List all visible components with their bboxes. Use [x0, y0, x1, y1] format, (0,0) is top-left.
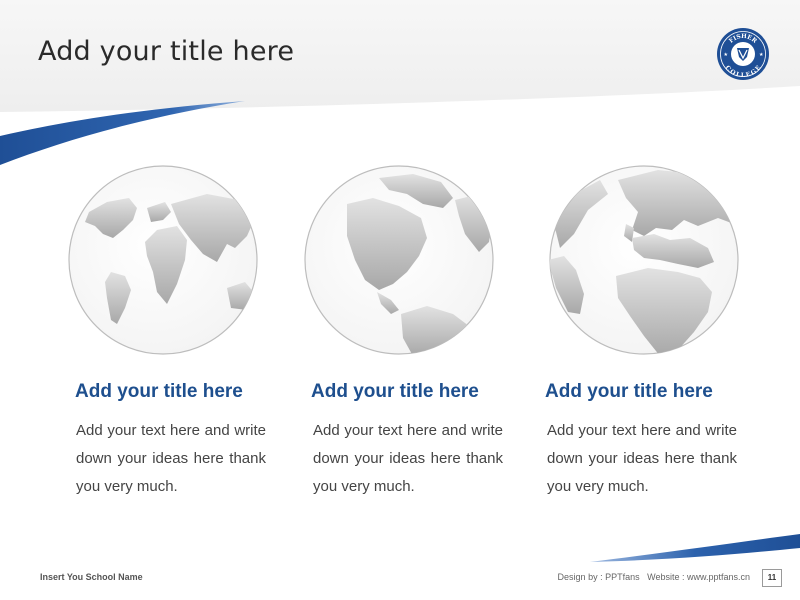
- footer-school-name: Insert You School Name: [40, 572, 143, 582]
- globe-americas-icon: [304, 165, 494, 355]
- college-seal-icon: FISHER COLLEGE ★ ★: [717, 28, 769, 80]
- page-title: Add your title here: [38, 36, 295, 67]
- card-title-1: Add your title here: [75, 381, 243, 402]
- card-title-2: Add your title here: [311, 381, 479, 402]
- svg-text:★: ★: [759, 52, 764, 58]
- svg-text:★: ★: [724, 52, 729, 58]
- footer-design-credit: Design by : PPTfans: [557, 572, 640, 582]
- page-number: 11: [762, 569, 782, 587]
- footer-website-link[interactable]: Website : www.pptfans.cn: [647, 572, 750, 582]
- slide: Add your title here FISHER COLLEGE ★ ★ A…: [0, 0, 800, 600]
- card-text-2: Add your text here and write down your i…: [313, 422, 503, 495]
- card-title-3: Add your title here: [545, 381, 713, 402]
- globe-europe-africa-icon: [549, 165, 739, 355]
- globe-world-icon: [68, 165, 258, 355]
- card-text-3: Add your text here and write down your i…: [547, 422, 737, 495]
- card-text-1: Add your text here and write down your i…: [76, 422, 266, 495]
- footer-credit: Design by : PPTfans Website : www.pptfan…: [558, 572, 750, 582]
